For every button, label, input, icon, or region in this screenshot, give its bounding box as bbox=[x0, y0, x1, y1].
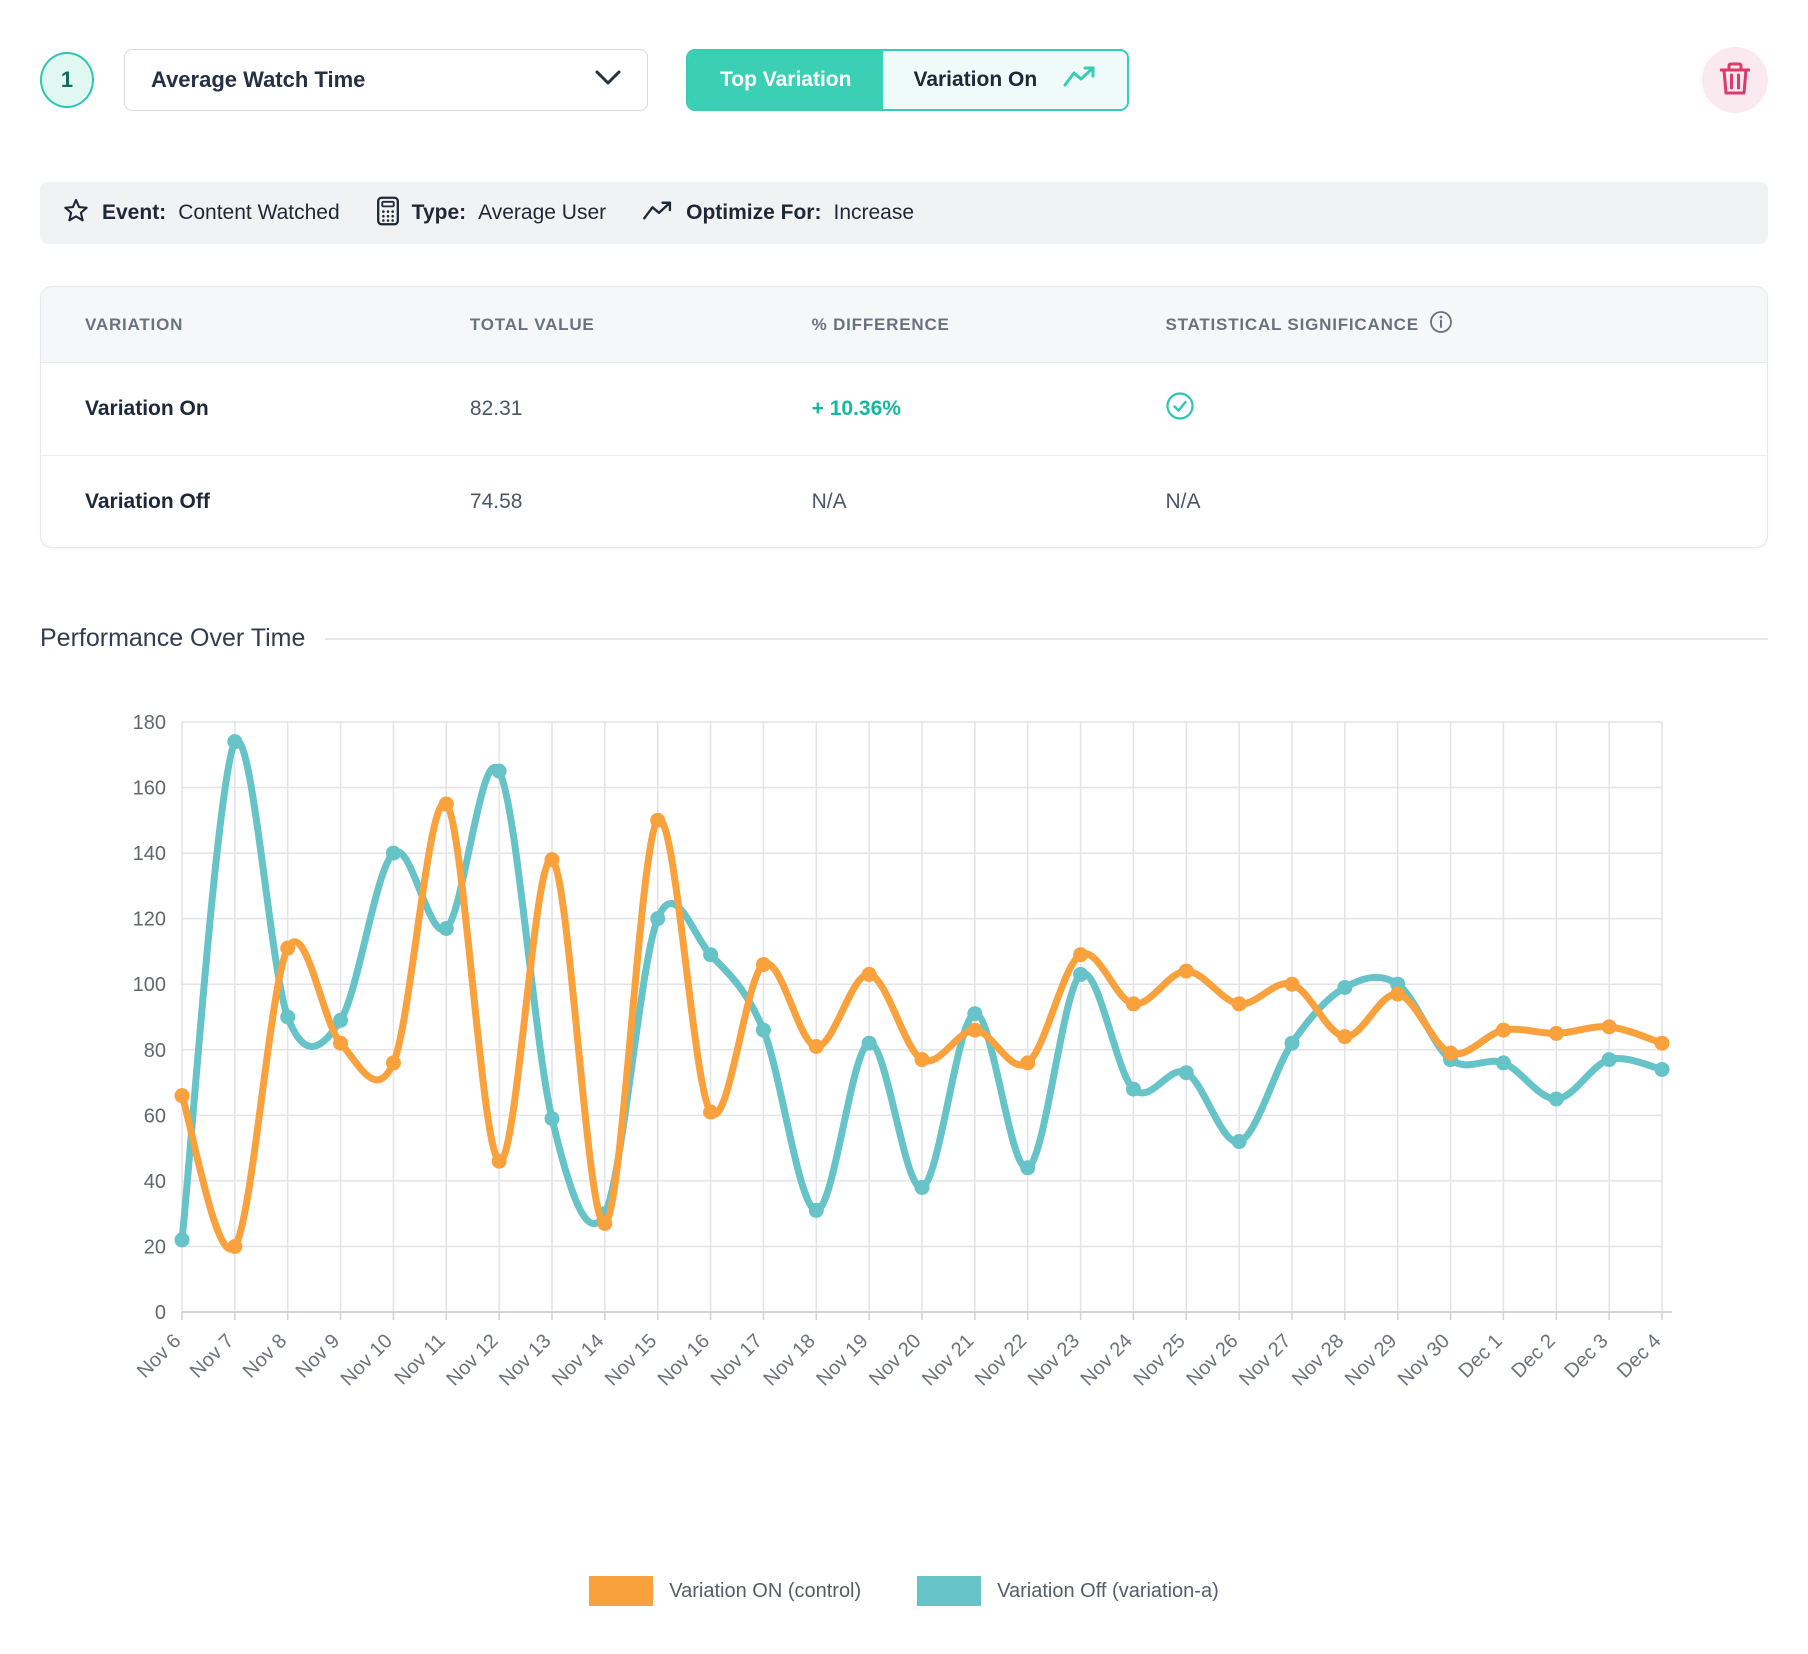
svg-text:180: 180 bbox=[133, 712, 166, 734]
row-significance: N/A bbox=[1121, 490, 1767, 514]
svg-text:100: 100 bbox=[133, 974, 166, 996]
check-circle-icon bbox=[1165, 403, 1195, 426]
svg-text:Nov 8: Nov 8 bbox=[239, 1330, 292, 1383]
svg-text:Nov 14: Nov 14 bbox=[548, 1330, 608, 1390]
legend-item[interactable]: Variation Off (variation-a) bbox=[917, 1576, 1219, 1606]
svg-text:140: 140 bbox=[133, 843, 166, 865]
svg-text:Nov 13: Nov 13 bbox=[495, 1330, 555, 1390]
col-difference: % DIFFERENCE bbox=[768, 315, 1122, 335]
svg-text:Nov 29: Nov 29 bbox=[1341, 1330, 1401, 1390]
metric-dropdown-value: Average Watch Time bbox=[151, 67, 365, 93]
svg-text:Nov 23: Nov 23 bbox=[1024, 1330, 1084, 1390]
toggle-top-variation[interactable]: Top Variation bbox=[688, 51, 883, 109]
svg-text:Nov 7: Nov 7 bbox=[186, 1330, 239, 1383]
optimize-summary: Optimize For: Increase bbox=[642, 200, 914, 227]
legend-item[interactable]: Variation ON (control) bbox=[589, 1576, 861, 1606]
row-significance bbox=[1121, 391, 1767, 427]
svg-text:Nov 22: Nov 22 bbox=[971, 1330, 1031, 1390]
trending-up-icon bbox=[642, 200, 674, 227]
svg-text:Nov 21: Nov 21 bbox=[918, 1330, 978, 1390]
svg-text:20: 20 bbox=[144, 1236, 166, 1258]
optimize-label: Optimize For: bbox=[686, 201, 821, 225]
svg-text:Nov 27: Nov 27 bbox=[1235, 1330, 1295, 1390]
svg-text:Dec 2: Dec 2 bbox=[1507, 1330, 1560, 1383]
event-summary: Event: Content Watched bbox=[62, 197, 340, 230]
svg-text:120: 120 bbox=[133, 909, 166, 931]
row-difference: N/A bbox=[768, 490, 1122, 514]
col-total-value: TOTAL VALUE bbox=[426, 315, 768, 335]
svg-text:Nov 16: Nov 16 bbox=[654, 1330, 714, 1390]
info-icon[interactable] bbox=[1429, 310, 1453, 339]
table-row: Variation Off 74.58 N/A N/A bbox=[41, 455, 1767, 547]
optimize-value: Increase bbox=[833, 201, 914, 225]
svg-text:Nov 28: Nov 28 bbox=[1288, 1330, 1348, 1390]
svg-text:Nov 18: Nov 18 bbox=[759, 1330, 819, 1390]
svg-text:0: 0 bbox=[155, 1302, 166, 1324]
table-header-row: VARIATION TOTAL VALUE % DIFFERENCE STATI… bbox=[41, 287, 1767, 363]
event-label: Event: bbox=[102, 201, 166, 225]
row-variation-name: Variation Off bbox=[41, 490, 426, 514]
metric-summary-bar: Event: Content Watched Type: Average Use… bbox=[40, 182, 1768, 244]
svg-text:Dec 3: Dec 3 bbox=[1560, 1330, 1613, 1383]
type-summary: Type: Average User bbox=[376, 196, 606, 231]
star-icon bbox=[62, 197, 90, 230]
header-row: 1 Average Watch Time Top Variation Varia… bbox=[40, 48, 1768, 112]
chart-title: Performance Over Time bbox=[40, 624, 305, 653]
row-difference: + 10.36% bbox=[768, 397, 1122, 421]
svg-text:40: 40 bbox=[144, 1171, 166, 1193]
chevron-down-icon bbox=[595, 70, 621, 91]
svg-text:60: 60 bbox=[144, 1105, 166, 1127]
legend-label: Variation Off (variation-a) bbox=[997, 1580, 1219, 1603]
row-total-value: 82.31 bbox=[426, 397, 768, 421]
performance-chart: 0 20 40 60 80 100 120 140 160 180 Nov 6Nov 7Nov 8 N… bbox=[40, 700, 1768, 1560]
chart-legend: Variation ON (control) Variation Off (var… bbox=[40, 1576, 1768, 1606]
variation-toggle: Top Variation Variation On bbox=[686, 49, 1129, 111]
svg-text:Nov 10: Nov 10 bbox=[337, 1330, 397, 1390]
calculator-icon bbox=[376, 196, 400, 231]
type-label: Type: bbox=[412, 201, 466, 225]
variation-results-table: VARIATION TOTAL VALUE % DIFFERENCE STATI… bbox=[40, 286, 1768, 548]
row-total-value: 74.58 bbox=[426, 490, 768, 514]
divider bbox=[325, 638, 1768, 640]
delete-metric-button[interactable] bbox=[1702, 47, 1768, 113]
svg-text:Nov 11: Nov 11 bbox=[391, 1330, 450, 1389]
col-significance: STATISTICAL SIGNIFICANCE bbox=[1121, 310, 1767, 339]
svg-text:Nov 30: Nov 30 bbox=[1394, 1330, 1454, 1390]
svg-text:160: 160 bbox=[133, 778, 166, 800]
trash-icon bbox=[1720, 62, 1750, 99]
experiment-metric-panel: 1 Average Watch Time Top Variation Varia… bbox=[0, 0, 1808, 1654]
row-variation-name: Variation On bbox=[41, 397, 426, 421]
metric-index-badge: 1 bbox=[40, 52, 94, 108]
svg-text:Nov 24: Nov 24 bbox=[1077, 1330, 1137, 1390]
svg-text:Dec 1: Dec 1 bbox=[1454, 1330, 1507, 1383]
svg-text:Nov 12: Nov 12 bbox=[442, 1330, 502, 1390]
svg-text:Nov 6: Nov 6 bbox=[133, 1330, 186, 1383]
legend-swatch bbox=[917, 1576, 981, 1606]
legend-swatch bbox=[589, 1576, 653, 1606]
trending-up-icon bbox=[1063, 65, 1097, 95]
svg-text:Dec 4: Dec 4 bbox=[1613, 1330, 1666, 1383]
col-variation: VARIATION bbox=[41, 315, 426, 335]
col-significance-label: STATISTICAL SIGNIFICANCE bbox=[1165, 315, 1418, 335]
performance-chart-svg: 0 20 40 60 80 100 120 140 160 180 Nov 6Nov 7Nov 8 N… bbox=[40, 700, 1768, 1560]
toggle-variation-on-label: Variation On bbox=[913, 68, 1037, 92]
svg-text:Nov 26: Nov 26 bbox=[1182, 1330, 1242, 1390]
legend-label: Variation ON (control) bbox=[669, 1580, 861, 1603]
type-value: Average User bbox=[478, 201, 606, 225]
table-row: Variation On 82.31 + 10.36% bbox=[41, 363, 1767, 455]
chart-section-header: Performance Over Time bbox=[40, 624, 1768, 653]
toggle-variation-on[interactable]: Variation On bbox=[883, 51, 1127, 109]
svg-text:Nov 25: Nov 25 bbox=[1129, 1330, 1189, 1390]
svg-text:80: 80 bbox=[144, 1040, 166, 1062]
svg-text:Nov 15: Nov 15 bbox=[601, 1330, 661, 1390]
event-value: Content Watched bbox=[178, 201, 339, 225]
svg-text:Nov 19: Nov 19 bbox=[812, 1330, 872, 1390]
metric-dropdown[interactable]: Average Watch Time bbox=[124, 49, 648, 111]
svg-text:Nov 17: Nov 17 bbox=[707, 1330, 767, 1390]
svg-text:Nov 20: Nov 20 bbox=[865, 1330, 925, 1390]
